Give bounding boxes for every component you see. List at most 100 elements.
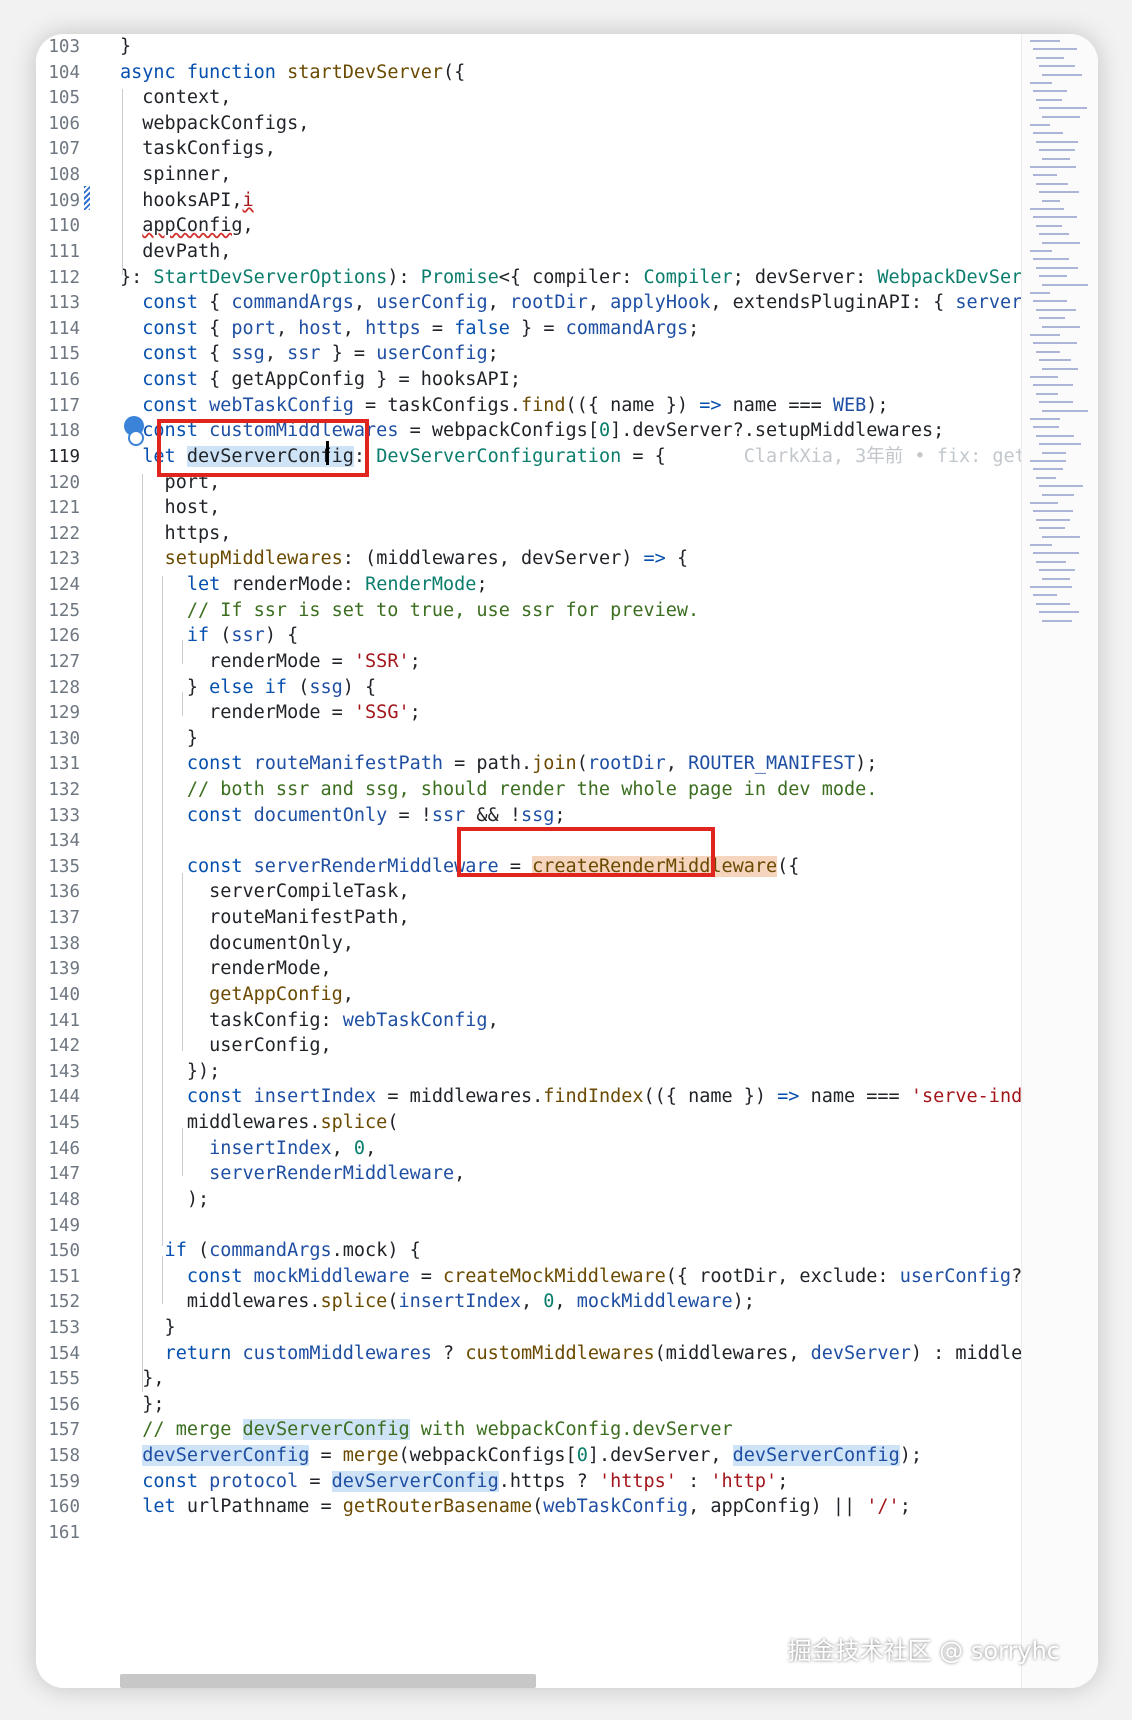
- editor-window: 103 104 105 106 107 108 109 110 111 112 113 114 115 1…: [36, 34, 1098, 1688]
- code-line[interactable]: const routeManifestPath = path.join(root…: [120, 750, 878, 778]
- minimap-line: [1030, 166, 1076, 168]
- code-line[interactable]: hooksAPI,i: [120, 187, 254, 215]
- code-line[interactable]: });: [120, 1058, 220, 1086]
- code-line[interactable]: // If ssr is set to true, use ssr for pr…: [120, 597, 699, 625]
- minimap-line: [1039, 317, 1065, 320]
- code-line[interactable]: getAppConfig,: [120, 981, 354, 1009]
- code-line[interactable]: documentOnly,: [120, 930, 354, 958]
- minimap-line: [1033, 216, 1077, 219]
- code-line[interactable]: let urlPathname = getRouterBasename(webT…: [120, 1493, 911, 1521]
- code-token: renderMode =: [120, 650, 354, 672]
- code-token: (: [532, 1496, 544, 1518]
- code-token: ,: [665, 753, 689, 775]
- code-line[interactable]: host,: [120, 494, 221, 522]
- code-line[interactable]: const { getAppConfig } = hooksAPI;: [120, 366, 521, 394]
- code-token: setupMiddlewares: [164, 548, 343, 570]
- code-token: find: [520, 394, 566, 416]
- code-line[interactable]: renderMode = 'SSG';: [120, 699, 421, 727]
- code-token: } =: [509, 317, 566, 339]
- code-token: }: [120, 727, 198, 749]
- minimap-line: [1030, 82, 1052, 84]
- code-token: // merge: [120, 1419, 243, 1441]
- code-token: splice: [320, 1291, 388, 1313]
- code-line[interactable]: userConfig,: [120, 1032, 332, 1060]
- code-line[interactable]: taskConfig: webTaskConfig,: [120, 1007, 499, 1035]
- gear-icon[interactable]: [128, 430, 144, 446]
- horizontal-scrollbar[interactable]: [120, 1674, 536, 1688]
- code-token: middlewares: [376, 548, 499, 570]
- minimap-line: [1033, 552, 1079, 555]
- code-line[interactable]: if (commandArgs.mock) {: [120, 1237, 421, 1265]
- code-line[interactable]: webpackConfigs,: [120, 110, 309, 138]
- code-line[interactable]: }: [120, 34, 131, 61]
- code-token: insertIndex: [253, 1086, 377, 1108]
- code-token: {: [676, 548, 689, 570]
- code-token: ,: [498, 548, 522, 570]
- code-line[interactable]: appConfig,: [120, 212, 253, 240]
- code-line[interactable]: const webTaskConfig = taskConfigs.find((…: [120, 392, 888, 420]
- code-line[interactable]: devServerConfig = merge(webpackConfigs[0…: [120, 1442, 922, 1470]
- code-line[interactable]: };: [120, 1391, 164, 1419]
- code-line[interactable]: https,: [120, 520, 232, 548]
- code-line[interactable]: renderMode = 'SSR';: [120, 648, 421, 676]
- code-token: getRouterBasename: [342, 1496, 533, 1518]
- minimap-line: [1036, 266, 1078, 269]
- code-token: name ===: [810, 1086, 911, 1108]
- code-line[interactable]: const { commandArgs, userConfig, rootDir…: [120, 289, 1022, 317]
- code-line[interactable]: const protocol = devServerConfig.https ?…: [120, 1468, 788, 1496]
- code-line[interactable]: middlewares.splice(insertIndex, 0, mockM…: [120, 1288, 755, 1316]
- code-line[interactable]: spinner,: [120, 161, 231, 189]
- code-token: ;: [899, 1496, 911, 1518]
- code-token: =: [309, 1445, 343, 1467]
- code-line[interactable]: return customMiddlewares ? customMiddlew…: [120, 1340, 1022, 1368]
- code-line[interactable]: routeManifestPath,: [120, 904, 410, 932]
- code-token: ): [621, 548, 644, 570]
- code-line[interactable]: const { port, host, https = false } = co…: [120, 315, 699, 343]
- code-line[interactable]: serverRenderMiddleware,: [120, 1160, 465, 1188]
- code-line[interactable]: const documentOnly = !ssr && !ssg;: [120, 802, 566, 830]
- code-line[interactable]: devPath,: [120, 238, 231, 266]
- code-line[interactable]: context,: [120, 84, 231, 112]
- code-line[interactable]: // merge devServerConfig with webpackCon…: [120, 1416, 733, 1444]
- code-line[interactable]: insertIndex, 0,: [120, 1135, 376, 1163]
- code-line[interactable]: if (ssr) {: [120, 622, 298, 650]
- code-area[interactable]: } async function startDevServer({ context…: [36, 34, 1022, 1688]
- code-token: devServerConfig: [331, 1470, 499, 1492]
- code-token: RenderMode: [365, 574, 477, 596]
- code-token: customMiddlewares: [242, 1342, 432, 1364]
- code-token: i: [242, 189, 254, 211]
- code-token: customMiddlewares: [465, 1342, 655, 1364]
- code-line[interactable]: }: StartDevServerOptions): Promise<{ com…: [120, 264, 1022, 292]
- code-token: hooksAPI,: [120, 189, 243, 211]
- code-line[interactable]: renderMode,: [120, 955, 332, 983]
- code-line[interactable]: );: [120, 1186, 209, 1214]
- code-line[interactable]: let renderMode: RenderMode;: [120, 571, 488, 599]
- code-token: ssg: [309, 676, 343, 698]
- code-line[interactable]: }: [120, 725, 198, 753]
- code-line[interactable]: serverCompileTask,: [120, 878, 410, 906]
- code-token: );: [899, 1445, 922, 1467]
- code-line[interactable]: taskConfigs,: [120, 135, 276, 163]
- indent-guide: [142, 474, 143, 1392]
- code-line[interactable]: }: [120, 1314, 176, 1342]
- code-line[interactable]: async function startDevServer({: [120, 59, 465, 87]
- code-token: DevServerConfiguration: [376, 445, 622, 467]
- minimap-line: [1030, 502, 1058, 504]
- code-token: (: [387, 1291, 399, 1313]
- minimap[interactable]: [1021, 34, 1098, 1688]
- code-line[interactable]: const insertIndex = middlewares.findInde…: [120, 1083, 1022, 1111]
- code-line[interactable]: // both ssr and ssg, should render the w…: [120, 776, 878, 804]
- code-token: return: [164, 1342, 243, 1364]
- code-token: splice: [320, 1112, 388, 1134]
- code-token: ,: [520, 1291, 544, 1313]
- code-line[interactable]: } else if (ssg) {: [120, 674, 376, 702]
- code-token: appConfig: [142, 215, 243, 237]
- code-line[interactable]: const { ssg, ssr } = userConfig;: [120, 340, 498, 368]
- code-line[interactable]: const mockMiddleware = createMockMiddlew…: [120, 1263, 1022, 1291]
- minimap-line: [1036, 602, 1070, 605]
- code-line[interactable]: setupMiddlewares: (middlewares, devServe…: [120, 545, 689, 573]
- code-token: } =: [320, 343, 377, 365]
- code-token: = !: [387, 804, 432, 826]
- code-token: ssr: [287, 343, 321, 365]
